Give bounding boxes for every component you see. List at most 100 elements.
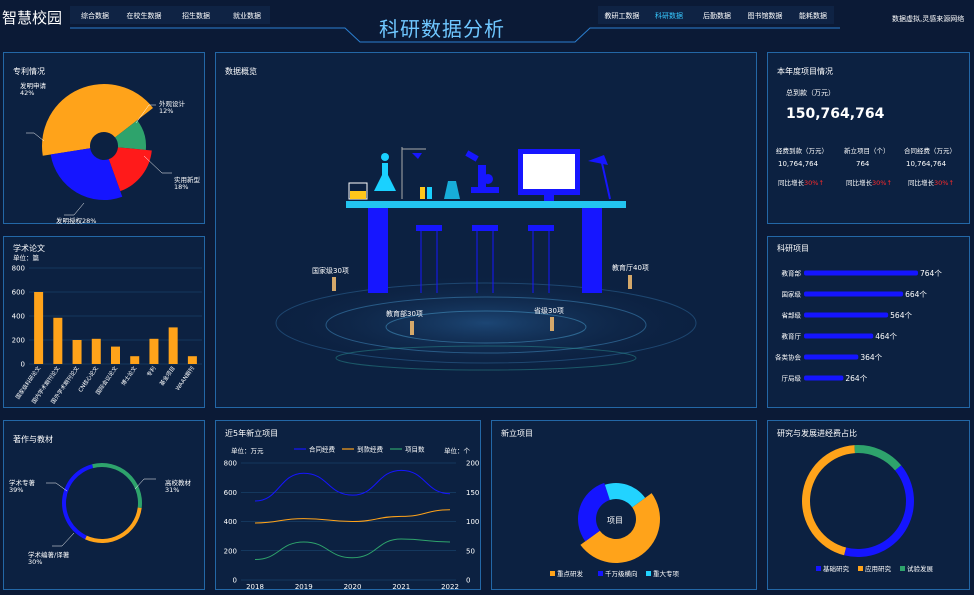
overview-label-ministry: 教育部30项: [386, 310, 423, 318]
rnd-legend-swatch-试验发展: [900, 566, 905, 571]
rnd-legend-试验发展: 试验发展: [907, 564, 934, 573]
newproj-legend-swatch-重点研发: [550, 571, 555, 576]
annual-col1-label: 经费到款（万元）: [776, 147, 828, 155]
papers-ytick-600: 600: [12, 289, 25, 297]
papers-bar-2: [72, 340, 82, 364]
research-label-教育部: 教育部: [782, 269, 802, 278]
newproj-legend-重大专项: 重大专项: [653, 569, 680, 578]
overview-label-province: 省级30项: [534, 307, 564, 315]
annual-col3-label: 合同经费（万元）: [904, 147, 956, 155]
works-slice-学术编著/译著: [84, 507, 142, 543]
works-pct-1: 39%: [9, 486, 24, 494]
patent-panel: 专利情况 发明申请 42% 外观设计 12% 实用新型 18% 发明授权28%: [3, 52, 205, 225]
header: 智慧校园 综合数据 在校生数据 招生数据 就业数据 科研数据分析 教研工数据 科…: [0, 0, 974, 44]
tab-research[interactable]: 科研数据: [644, 8, 694, 24]
annual-col1-yoy: 同比增长30%↑: [778, 179, 824, 187]
patent-slice-发明授权: [50, 148, 123, 200]
annual-total-value: 150,764,764: [786, 106, 885, 122]
rnd-legend-swatch-基础研究: [816, 566, 821, 571]
newproj-panel: 新立项目 重点研发 千万级横向 重大专项 项目: [491, 420, 757, 590]
five-xtick-2020: 2020: [344, 583, 362, 589]
research-bar-国家级: [804, 291, 904, 297]
papers-bar-0: [34, 292, 44, 364]
overview-panel: 数据概览 国家级30项 教育部30项 省级30项 教育厅40项: [215, 52, 757, 408]
papers-ytick-0: 0: [21, 361, 25, 369]
research-value-教育厅: 464个: [875, 332, 897, 341]
research-label-国家级: 国家级: [782, 290, 802, 299]
works-pct-2: 31%: [165, 486, 180, 494]
five-yrtick-100: 100: [466, 518, 479, 526]
nav-right: 教研工数据 科研数据 后勤数据 图书馆数据 能耗数据: [600, 8, 836, 24]
five-legend-项目数: 项目数: [405, 445, 425, 454]
research-chart: 教育部 764个国家级 664个省部级 564个教育厅 464个各类协会 364个厅局级 2…: [775, 269, 942, 384]
papers-xtick-6: 专利: [145, 365, 158, 379]
newproj-legend-重点研发: 重点研发: [557, 569, 584, 578]
research-value-省部级: 564个: [890, 311, 912, 320]
patent-pct-2: 12%: [159, 107, 174, 115]
research-value-国家级: 664个: [905, 290, 927, 299]
research-bar-教育厅: [804, 333, 874, 339]
research-value-教育部: 764个: [920, 269, 942, 278]
newfive-chart: 0 0 200 50 400 100 600 150 800 200 2018 2019 2020 202…: [224, 445, 480, 590]
newfive-panel: 近5年新立项目 单位：万元 单位：个 0 0 200 50 400 100 600 150 80…: [215, 420, 481, 590]
papers-bar-8: [187, 356, 197, 364]
papers-ytick-800: 800: [12, 265, 25, 273]
newproj-chart: 重点研发 千万级横向 重大专项: [550, 482, 680, 578]
research-value-各类协会: 364个: [860, 353, 882, 362]
newproj-legend-swatch-重大专项: [646, 571, 651, 576]
papers-xtick-7: 基金项目: [158, 365, 177, 388]
rnd-panel: 研究与发展进经费占比 基础研究 应用研究 试验发展: [767, 420, 970, 590]
newproj-slice-千万级横向: [578, 482, 610, 542]
papers-bar-4: [111, 346, 120, 364]
papers-ytick-400: 400: [12, 313, 25, 321]
research-bar-各类协会: [804, 354, 859, 360]
five-xtick-2022: 2022: [441, 583, 459, 589]
disclaimer-text: 数据虚拟,灵感来源网络: [892, 15, 965, 23]
patent-pct-1: 42%: [20, 89, 35, 97]
five-line-项目数: [254, 538, 451, 561]
annual-col2-label: 新立项目（个）: [844, 147, 890, 155]
annual-col3-value: 10,764,764: [906, 160, 947, 168]
five-xtick-2021: 2021: [392, 583, 410, 589]
annual-col2-yoy: 同比增长30%↑: [846, 179, 892, 187]
papers-bar-5: [130, 356, 140, 364]
papers-xtick-5: 博士论文: [119, 364, 138, 387]
lab-illustration: [266, 147, 706, 373]
five-xtick-2019: 2019: [295, 583, 313, 589]
newproj-center-label: 项目: [607, 516, 623, 525]
rnd-legend-swatch-应用研究: [858, 566, 863, 571]
rnd-slice-试验发展: [854, 445, 902, 471]
rnd-slice-基础研究: [844, 465, 914, 557]
tab-energy[interactable]: 能耗数据: [790, 8, 836, 24]
five-yrtick-50: 50: [466, 547, 475, 555]
five-yltick-600: 600: [224, 489, 237, 497]
five-yltick-200: 200: [224, 547, 237, 555]
papers-ytick-200: 200: [12, 337, 25, 345]
works-slice-学术专著: [61, 464, 94, 540]
five-yrtick-0: 0: [466, 577, 470, 585]
overview-label-national: 国家级30项: [312, 267, 349, 275]
tab-staff[interactable]: 教研工数据: [600, 8, 644, 24]
annual-title: 本年度项目情况: [777, 67, 833, 76]
research-label-各类协会: 各类协会: [775, 353, 802, 362]
works-slice-高校教材: [92, 463, 142, 509]
papers-bar-6: [149, 338, 159, 364]
five-xtick-2018: 2018: [246, 583, 264, 589]
research-bar-省部级: [804, 312, 889, 318]
five-legend-合同经费: 合同经费: [309, 445, 336, 454]
annual-col3-yoy: 同比增长30%↑: [908, 179, 954, 187]
newproj-legend-千万级横向: 千万级横向: [605, 569, 638, 578]
annual-col2-value: 764: [856, 160, 870, 168]
five-legend-到款经费: 到款经费: [357, 445, 384, 454]
patent-pct-3: 18%: [174, 183, 189, 191]
papers-bar-3: [91, 338, 101, 364]
tab-logistics[interactable]: 后勤数据: [694, 8, 740, 24]
research-label-厅局级: 厅局级: [782, 374, 802, 383]
patent-label-4: 发明授权28%: [56, 217, 97, 225]
tab-library[interactable]: 图书馆数据: [740, 8, 790, 24]
annual-col1-value: 10,764,764: [778, 160, 819, 168]
table-top: [346, 201, 626, 208]
five-yltick-0: 0: [233, 577, 237, 585]
overview-label-edu-dept: 教育厅40项: [612, 264, 649, 272]
rnd-legend-基础研究: 基础研究: [823, 564, 850, 573]
